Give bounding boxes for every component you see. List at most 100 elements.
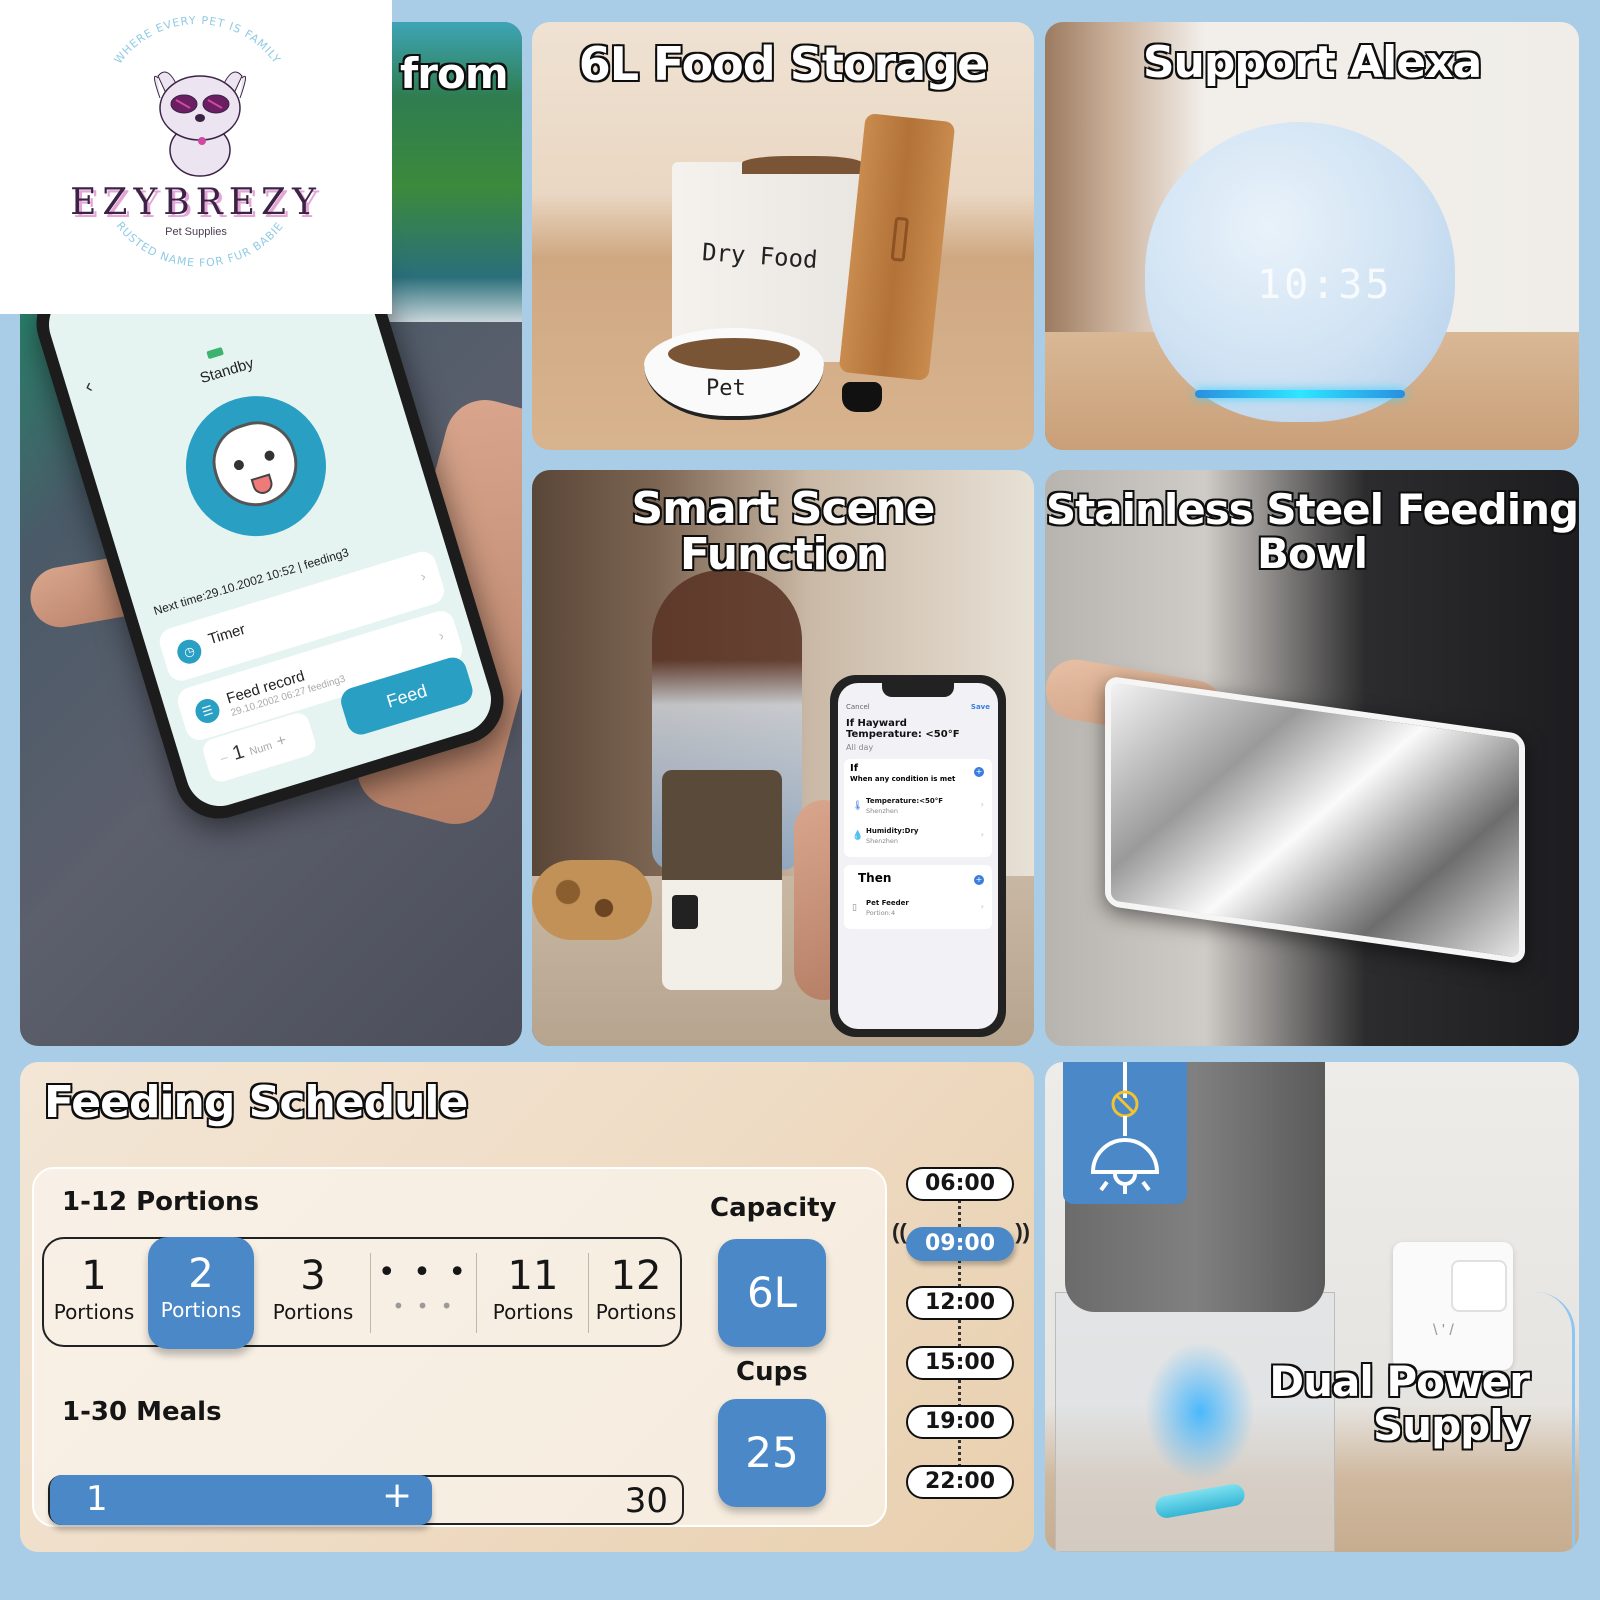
portion-selector: 1 Portions 2 Portions 3 Portions • • • • • •… — [42, 1237, 682, 1349]
clock-icon: ◷ — [174, 636, 205, 667]
auto-feeder — [662, 770, 782, 990]
chevron-right-icon: › — [980, 800, 984, 809]
phone-mockup: Cancel Save If Hayward Temperature: <50°… — [830, 675, 1006, 1037]
stainless-bowl — [1105, 675, 1525, 965]
action-detail: Portion:4 — [866, 909, 896, 917]
condition-title: Humidity:Dry — [866, 827, 919, 835]
smart-speaker: 10:35 — [1145, 122, 1455, 422]
portions-heading: 1-12 Portions — [62, 1187, 260, 1217]
tile-title: Feeding Schedule — [43, 1077, 469, 1128]
brand-name: EZYBREZY — [70, 182, 322, 223]
action-title: Pet Feeder — [866, 899, 909, 907]
portion-option-selected[interactable]: 2 Portions — [148, 1237, 254, 1349]
pet-bowl: Pet — [644, 328, 824, 420]
title-line-1: Dual Power — [1268, 1357, 1531, 1406]
feeding-time[interactable]: 06:00 — [906, 1167, 1014, 1201]
light-ring — [1195, 390, 1405, 398]
pet-feeder-icon: ▯ — [852, 903, 857, 913]
capacity-label: Capacity — [710, 1193, 837, 1223]
tongue — [250, 473, 275, 497]
feeding-time[interactable]: 12:00 — [906, 1286, 1014, 1320]
stepper-unit: Num — [248, 739, 274, 759]
phone-notch — [882, 683, 954, 697]
tile-title-fragment: from — [399, 49, 510, 98]
tile-title: Stainless Steel Feeding Bowl — [1045, 485, 1579, 579]
meals-plus-button[interactable]: + — [382, 1475, 412, 1516]
water-drop-icon: 💧 — [852, 831, 864, 841]
divider — [476, 1253, 477, 1333]
bowl-label: Pet — [706, 376, 746, 401]
meals-heading: 1-30 Meals — [62, 1397, 222, 1427]
meals-slider[interactable]: 1 + 30 — [48, 1475, 684, 1525]
portion-option[interactable]: 11 Portions — [480, 1239, 586, 1347]
tile-title: Smart Scene Function — [630, 483, 936, 581]
scene-heading: If Hayward Temperature: <50°F — [846, 718, 960, 740]
add-action-icon[interactable]: + — [974, 875, 984, 885]
portion-option[interactable]: 12 Portions — [590, 1239, 682, 1347]
feeding-time[interactable]: 22:00 — [906, 1464, 1014, 1499]
record-icon: ☰ — [192, 696, 223, 726]
dog-mascot-icon — [154, 71, 246, 177]
eye — [263, 449, 276, 462]
wall-outlet: \ ' / — [1393, 1242, 1513, 1370]
tile-food-storage: 6L Food Storage Dry Food Pet — [532, 22, 1034, 450]
schedule-panel: 1-12 Portions 1 Portions 2 Portions 3 Porti… — [32, 1167, 887, 1527]
stepper-plus[interactable]: + — [274, 732, 288, 751]
pendant-lamp-no-power-icon — [1090, 1062, 1160, 1194]
thermometer-icon: 🌡 — [852, 801, 864, 811]
timer-label: Timer — [206, 620, 248, 649]
cups-label: Cups — [736, 1357, 808, 1387]
eye — [232, 458, 246, 472]
tile-alexa: Support Alexa 10:35 — [1045, 22, 1579, 450]
pet-avatar — [168, 378, 344, 554]
cancel-button[interactable]: Cancel — [846, 703, 870, 711]
ring-wave-icon: (( — [892, 1218, 907, 1244]
save-button[interactable]: Save — [971, 703, 990, 711]
usb-adapter — [1451, 1260, 1507, 1312]
condition-location: Shenzhen — [866, 837, 899, 845]
feeding-time[interactable]: 15:00 — [906, 1345, 1014, 1380]
cups-value: 25 — [718, 1399, 826, 1507]
internal-glow — [1145, 1342, 1255, 1482]
title-line-2: Bowl — [1256, 529, 1369, 579]
add-condition-icon[interactable]: + — [974, 767, 984, 777]
logo-artwork: WHERE EVERY PET IS FAMILY TRUSTED NAME F… — [0, 0, 285, 270]
tile-title: Support Alexa — [1142, 37, 1483, 88]
tile-smart-scene: Smart Scene Function Cancel Save If Hayw… — [532, 470, 1034, 1046]
title-line-1: Stainless Steel Feeding — [1045, 485, 1579, 534]
divider — [588, 1253, 589, 1333]
feeding-times: 06:00 09:00(()) 12:00 15:00 19:00 22:00 — [892, 1167, 1030, 1507]
chevron-right-icon: › — [980, 830, 984, 839]
stepper-minus[interactable]: − — [218, 749, 231, 767]
portion-option[interactable]: 3 Portions — [260, 1239, 366, 1347]
brand-subtitle: Pet Supplies — [165, 226, 227, 238]
if-label: If — [850, 763, 859, 774]
bamboo-lid — [838, 113, 956, 381]
then-card: Then + ▯ Pet Feeder Portion:4 › — [844, 865, 992, 929]
meals-max: 30 — [624, 1481, 668, 1521]
lamp-badge — [1063, 1062, 1187, 1204]
then-label: Then — [858, 871, 892, 885]
portion-option[interactable]: 1 Portions — [44, 1239, 144, 1347]
speaker-clock: 10:35 — [1257, 262, 1393, 308]
chevron-right-icon: › — [436, 627, 446, 644]
condition-row[interactable]: 🌡 Temperature:<50°F Shenzhen › — [850, 797, 986, 821]
outlet-holes: \ ' / — [1433, 1322, 1454, 1339]
condition-row[interactable]: 💧 Humidity:Dry Shenzhen › — [850, 827, 986, 851]
action-row[interactable]: ▯ Pet Feeder Portion:4 › — [850, 899, 986, 923]
battery-icon — [206, 346, 224, 360]
tagline-top: WHERE EVERY PET IS FAMILY — [112, 14, 284, 66]
capacity-value: 6L — [718, 1239, 826, 1347]
feeder-panel — [672, 895, 698, 929]
ring-wave-icon: )) — [1015, 1218, 1030, 1244]
chevron-right-icon: › — [980, 902, 984, 911]
meals-slider-fill[interactable]: 1 + — [50, 1475, 432, 1525]
if-card: If + When any condition is met 🌡 Tempera… — [844, 759, 992, 857]
meals-min: 1 — [86, 1479, 108, 1519]
portion-ellipsis: • • • • • • — [377, 1255, 471, 1318]
feeding-time-active[interactable]: 09:00 — [906, 1226, 1014, 1261]
dog-face-icon — [202, 411, 308, 517]
feeding-time[interactable]: 19:00 — [906, 1405, 1014, 1439]
back-icon[interactable]: ‹ — [82, 375, 95, 399]
scene-subheading: All day — [846, 743, 874, 752]
